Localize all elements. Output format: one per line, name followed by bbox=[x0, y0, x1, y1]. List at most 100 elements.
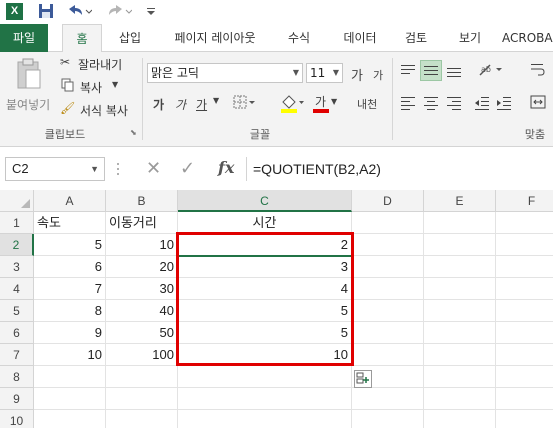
cell-b10[interactable] bbox=[106, 410, 178, 428]
tab-insert[interactable]: 삽입 bbox=[108, 24, 152, 52]
format-painter-button[interactable]: 🖌 서식 복사 bbox=[60, 101, 140, 119]
font-name-select[interactable]: 맑은 고딕 ▼ bbox=[147, 63, 303, 83]
customize-qat-icon[interactable] bbox=[146, 3, 156, 21]
merge-center-button[interactable] bbox=[530, 94, 546, 113]
font-color-button[interactable]: 가 ▼ bbox=[312, 93, 340, 115]
cell-d9[interactable] bbox=[352, 388, 424, 410]
align-top-button[interactable] bbox=[400, 64, 416, 81]
shrink-font-button[interactable]: 가 bbox=[373, 67, 383, 83]
cell-b6[interactable]: 50 bbox=[106, 322, 178, 344]
cancel-icon[interactable]: ✕ bbox=[146, 158, 161, 179]
row-header-3[interactable]: 3 bbox=[0, 256, 34, 278]
cut-button[interactable]: ✂ 잘라내기 bbox=[60, 55, 130, 73]
formula-input[interactable]: =QUOTIENT(B2,A2) bbox=[246, 157, 553, 181]
grow-font-button[interactable]: 가 bbox=[351, 65, 363, 84]
cell-c8[interactable] bbox=[178, 366, 352, 388]
cell-a8[interactable] bbox=[34, 366, 106, 388]
cell-c6[interactable]: 5 bbox=[178, 322, 352, 344]
cell-b9[interactable] bbox=[106, 388, 178, 410]
cell-d6[interactable] bbox=[352, 322, 424, 344]
cell-a7[interactable]: 10 bbox=[34, 344, 106, 366]
cell-a1[interactable]: 속도 bbox=[34, 212, 106, 234]
cell-c2[interactable]: 2 bbox=[178, 234, 352, 256]
cell-f4[interactable] bbox=[496, 278, 553, 300]
enter-icon[interactable]: ✓ bbox=[180, 158, 195, 179]
wrap-text-button[interactable] bbox=[530, 62, 546, 81]
row-header-4[interactable]: 4 bbox=[0, 278, 34, 300]
tab-data[interactable]: 데이터 bbox=[332, 24, 388, 52]
borders-button[interactable] bbox=[233, 95, 255, 114]
cell-b4[interactable]: 30 bbox=[106, 278, 178, 300]
cell-b3[interactable]: 20 bbox=[106, 256, 178, 278]
column-header-b[interactable]: B bbox=[106, 190, 178, 212]
cell-b1[interactable]: 이동거리 bbox=[106, 212, 178, 234]
cell-a4[interactable]: 7 bbox=[34, 278, 106, 300]
quick-analysis-button[interactable] bbox=[354, 370, 372, 388]
italic-button[interactable]: 가 bbox=[175, 96, 186, 113]
column-header-c[interactable]: C bbox=[178, 190, 352, 212]
bold-button[interactable]: 가 bbox=[153, 96, 164, 113]
row-header-2[interactable]: 2 bbox=[0, 234, 34, 256]
tab-acrobat[interactable]: ACROBA bbox=[502, 24, 553, 52]
cell-f7[interactable] bbox=[496, 344, 553, 366]
tab-review[interactable]: 검토 bbox=[394, 24, 438, 52]
cell-e2[interactable] bbox=[424, 234, 496, 256]
cell-d3[interactable] bbox=[352, 256, 424, 278]
row-header-9[interactable]: 9 bbox=[0, 388, 34, 410]
cell-e7[interactable] bbox=[424, 344, 496, 366]
cell-d2[interactable] bbox=[352, 234, 424, 256]
undo-icon[interactable] bbox=[66, 3, 93, 21]
cell-f9[interactable] bbox=[496, 388, 553, 410]
row-header-7[interactable]: 7 bbox=[0, 344, 34, 366]
cell-a3[interactable]: 6 bbox=[34, 256, 106, 278]
column-header-f[interactable]: F bbox=[496, 190, 553, 212]
cell-c1[interactable]: 시간 bbox=[178, 212, 352, 234]
cell-f6[interactable] bbox=[496, 322, 553, 344]
tab-home[interactable]: 홈 bbox=[62, 24, 102, 53]
row-header-1[interactable]: 1 bbox=[0, 212, 34, 234]
cell-a9[interactable] bbox=[34, 388, 106, 410]
save-icon[interactable] bbox=[38, 3, 54, 21]
increase-indent-button[interactable] bbox=[496, 96, 512, 113]
cell-b2[interactable]: 10 bbox=[106, 234, 178, 256]
cell-c3[interactable]: 3 bbox=[178, 256, 352, 278]
align-center-button[interactable] bbox=[423, 96, 439, 113]
tab-formulas[interactable]: 수식 bbox=[278, 24, 320, 52]
cell-a5[interactable]: 8 bbox=[34, 300, 106, 322]
cell-b7[interactable]: 100 bbox=[106, 344, 178, 366]
row-header-10[interactable]: 10 bbox=[0, 410, 34, 428]
cell-c9[interactable] bbox=[178, 388, 352, 410]
cell-d5[interactable] bbox=[352, 300, 424, 322]
cell-c7[interactable]: 10 bbox=[178, 344, 352, 366]
cell-f8[interactable] bbox=[496, 366, 553, 388]
cell-c5[interactable]: 5 bbox=[178, 300, 352, 322]
column-header-a[interactable]: A bbox=[34, 190, 106, 212]
underline-button[interactable]: 가 bbox=[196, 96, 207, 113]
cell-a2[interactable]: 5 bbox=[34, 234, 106, 256]
cell-e5[interactable] bbox=[424, 300, 496, 322]
tab-page-layout[interactable]: 페이지 레이아웃 bbox=[160, 24, 270, 52]
cell-a6[interactable]: 9 bbox=[34, 322, 106, 344]
tab-file[interactable]: 파일 bbox=[0, 24, 48, 52]
cell-f10[interactable] bbox=[496, 410, 553, 428]
cell-d10[interactable] bbox=[352, 410, 424, 428]
row-header-5[interactable]: 5 bbox=[0, 300, 34, 322]
align-bottom-button[interactable] bbox=[446, 64, 462, 81]
cell-a10[interactable] bbox=[34, 410, 106, 428]
orientation-button[interactable]: ab bbox=[478, 62, 504, 81]
column-header-e[interactable]: E bbox=[424, 190, 496, 212]
name-box[interactable]: C2 ▼ bbox=[5, 157, 105, 181]
cell-f3[interactable] bbox=[496, 256, 553, 278]
cell-f1[interactable] bbox=[496, 212, 553, 234]
cell-c10[interactable] bbox=[178, 410, 352, 428]
decrease-indent-button[interactable] bbox=[474, 96, 490, 113]
column-header-d[interactable]: D bbox=[352, 190, 424, 212]
cell-b8[interactable] bbox=[106, 366, 178, 388]
cell-f5[interactable] bbox=[496, 300, 553, 322]
phonetic-button[interactable]: 내천 bbox=[357, 96, 377, 112]
cell-d4[interactable] bbox=[352, 278, 424, 300]
insert-function-icon[interactable]: fx bbox=[218, 158, 234, 177]
select-all-button[interactable] bbox=[0, 190, 34, 212]
align-middle-button[interactable] bbox=[420, 60, 442, 81]
font-size-select[interactable]: 11 ▼ bbox=[306, 63, 343, 83]
